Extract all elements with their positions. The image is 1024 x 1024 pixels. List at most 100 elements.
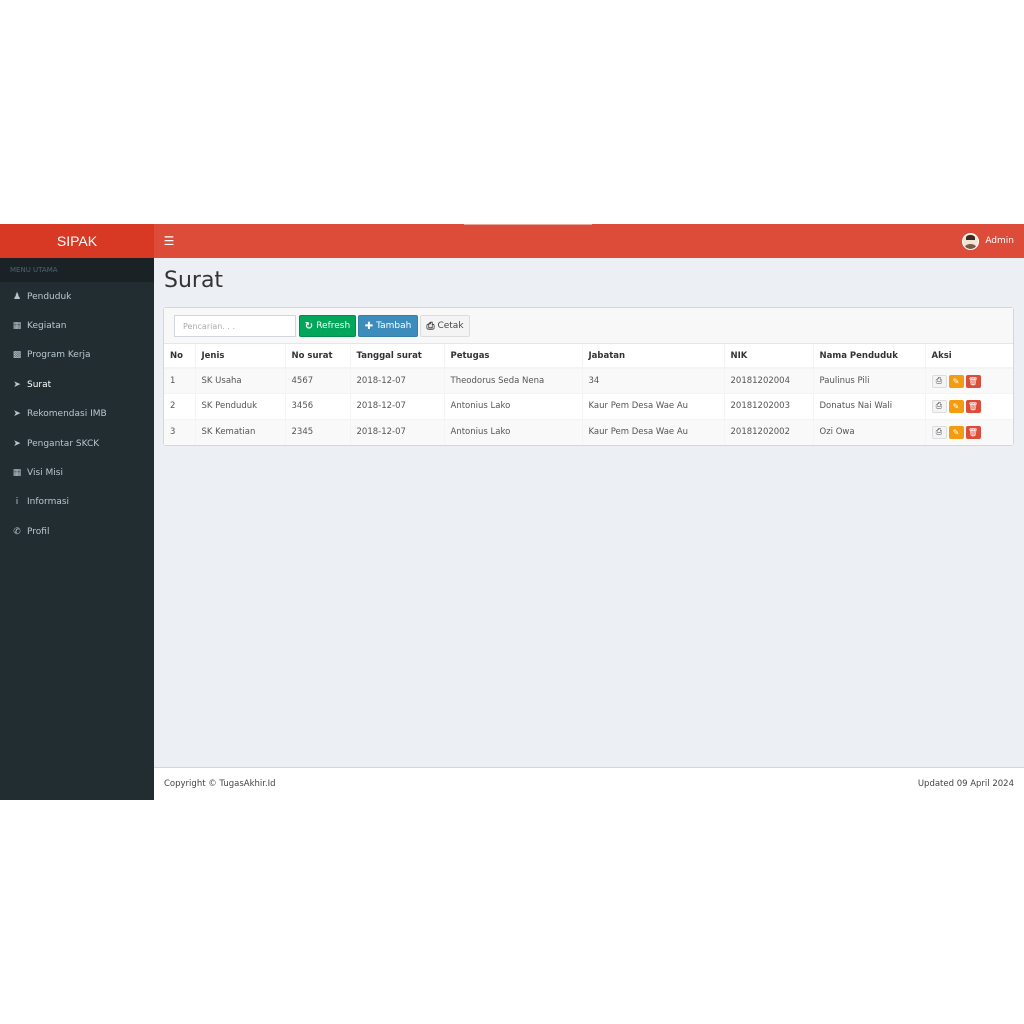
add-label: Tambah [376, 321, 412, 331]
print-label: Cetak [437, 321, 464, 331]
table-row: 1 SK Usaha 4567 2018-12-07 Theodorus Sed… [164, 367, 1013, 394]
table-cell: 1 [164, 367, 196, 394]
top-navbar: ☰ Admin [154, 224, 1024, 258]
info-icon: i [15, 497, 19, 508]
sidebar-item-label: Pengantar SKCK [27, 438, 100, 449]
footer: Copyright © TugasAkhir.Id Updated 09 Apr… [154, 767, 1024, 800]
column-header[interactable]: No surat [285, 344, 351, 369]
sidebar-item-visi-misi[interactable]: ▦ Visi Misi [0, 458, 154, 487]
table-row: 2 SK Penduduk 3456 2018-12-07 Antonius L… [164, 393, 1013, 419]
table-cell: Ozi Owa [813, 418, 926, 445]
search-input[interactable] [174, 315, 296, 337]
table-cell: 2018-12-07 [350, 418, 445, 445]
print-icon: ⎙ [426, 320, 435, 332]
refresh-label: Refresh [316, 321, 351, 331]
surat-box: ↻ Refresh ✚ Tambah ⎙ Cetak [163, 307, 1014, 446]
surat-table: No Jenis No surat Tanggal surat Petugas … [164, 344, 1013, 445]
column-header[interactable]: No [164, 344, 196, 369]
sidebar-header: MENU UTAMA [0, 258, 154, 282]
user-name: Admin [985, 236, 1014, 246]
sidebar-item-label: Visi Misi [27, 468, 63, 479]
table-cell: 2345 [285, 418, 351, 445]
sidebar-item-kegiatan[interactable]: ▦ Kegiatan [0, 311, 154, 340]
sidebar-item-informasi[interactable]: i Informasi [0, 488, 154, 517]
updated-text: Updated 09 April 2024 [917, 779, 1014, 789]
table-cell: Donatus Nai Wali [813, 393, 926, 419]
sidebar-item-label: Rekomendasi IMB [27, 409, 107, 420]
sidebar-item-label: Surat [27, 379, 52, 390]
print-icon[interactable]: ⎙ [931, 374, 947, 388]
sidebar-item-label: Profil [27, 526, 50, 537]
column-header[interactable]: NIK [724, 344, 814, 369]
navbar-highlight [464, 224, 592, 225]
table-cell: 20181202003 [724, 393, 814, 419]
edit-icon[interactable]: ✎ [948, 425, 964, 439]
table-cell: 2018-12-07 [350, 393, 445, 419]
sidebar-item-rekomendasi-imb[interactable]: ➤ Rekomendasi IMB [0, 400, 154, 429]
sidebar: MENU UTAMA ♟ Penduduk ▦ Kegiatan ▩ Progr… [0, 258, 154, 800]
table-cell: 3456 [285, 393, 351, 419]
table-header-row: No Jenis No surat Tanggal surat Petugas … [164, 344, 1013, 369]
sidebar-item-label: Informasi [27, 497, 70, 508]
brand-logo[interactable]: SIPAK [0, 224, 154, 258]
sidebar-item-penduduk[interactable]: ♟ Penduduk [0, 282, 154, 311]
table-cell: SK Penduduk [195, 393, 286, 419]
send-icon: ➤ [13, 379, 21, 390]
action-cell: ⎙ ✎ 🗑 [925, 367, 1013, 394]
table-cell: 2 [164, 393, 196, 419]
plus-icon: ✚ [364, 320, 374, 332]
action-cell: ⎙ ✎ 🗑 [925, 393, 1013, 419]
table-cell: 2018-12-07 [350, 367, 445, 394]
user-icon: ♟ [12, 291, 22, 302]
table-cell: 4567 [285, 367, 351, 394]
trash-icon[interactable]: 🗑 [965, 399, 981, 413]
print-icon[interactable]: ⎙ [931, 399, 947, 413]
column-header[interactable]: Nama Penduduk [813, 344, 926, 369]
sidebar-item-profil[interactable]: ✆ Profil [0, 517, 154, 546]
app-window: SIPAK ☰ Admin MENU UTAMA ♟ Penduduk ▦ Ke… [0, 224, 1024, 800]
table-cell: Kaur Pem Desa Wae Au [582, 418, 725, 445]
add-button[interactable]: ✚ Tambah [358, 315, 418, 337]
column-header[interactable]: Petugas [444, 344, 583, 369]
send-icon: ➤ [13, 438, 21, 449]
edit-icon[interactable]: ✎ [948, 399, 964, 413]
page-title: Surat [164, 268, 224, 293]
sidebar-item-pengantar-skck[interactable]: ➤ Pengantar SKCK [0, 429, 154, 458]
send-icon: ➤ [13, 409, 21, 420]
th-large-icon: ▦ [12, 321, 22, 332]
table-cell: Antonius Lako [444, 418, 583, 445]
edit-icon[interactable]: ✎ [948, 374, 964, 388]
toolbar: ↻ Refresh ✚ Tambah ⎙ Cetak [164, 308, 1013, 344]
sidebar-item-label: Kegiatan [27, 321, 67, 332]
trash-icon[interactable]: 🗑 [965, 425, 981, 439]
refresh-icon: ↻ [304, 320, 314, 332]
table-cell: Paulinus Pili [813, 367, 926, 394]
column-header[interactable]: Tanggal surat [350, 344, 445, 369]
table-cell: Kaur Pem Desa Wae Au [582, 393, 725, 419]
table-cell: SK Kematian [195, 418, 286, 445]
table-row: 3 SK Kematian 2345 2018-12-07 Antonius L… [164, 418, 1013, 445]
phone-icon: ✆ [13, 526, 21, 537]
column-header[interactable]: Jabatan [582, 344, 725, 369]
table-cell: SK Usaha [195, 367, 286, 394]
print-button[interactable]: ⎙ Cetak [420, 315, 470, 337]
refresh-button[interactable]: ↻ Refresh [299, 315, 356, 337]
sidebar-item-surat[interactable]: ➤ Surat [0, 370, 154, 399]
table-cell: 20181202002 [724, 418, 814, 445]
table-cell: 34 [582, 367, 725, 394]
column-header[interactable]: Jenis [195, 344, 286, 369]
print-icon[interactable]: ⎙ [931, 425, 947, 439]
table-cell: Theodorus Seda Nena [444, 367, 583, 394]
copyright-text: Copyright © TugasAkhir.Id [164, 779, 276, 789]
table-cell: 3 [164, 418, 196, 445]
column-header: Aksi [925, 344, 1013, 369]
avatar [962, 232, 980, 250]
table-cell: Antonius Lako [444, 393, 583, 419]
user-menu[interactable]: Admin [962, 232, 1014, 250]
trash-icon[interactable]: 🗑 [965, 374, 981, 388]
hamburger-icon[interactable]: ☰ [162, 234, 176, 248]
sidebar-item-program-kerja[interactable]: ▩ Program Kerja [0, 341, 154, 370]
table-cell: 20181202004 [724, 367, 814, 394]
main-content: Surat ↻ Refresh ✚ Tambah ⎙ Cetak [154, 258, 1024, 767]
th-icon: ▩ [12, 350, 22, 361]
